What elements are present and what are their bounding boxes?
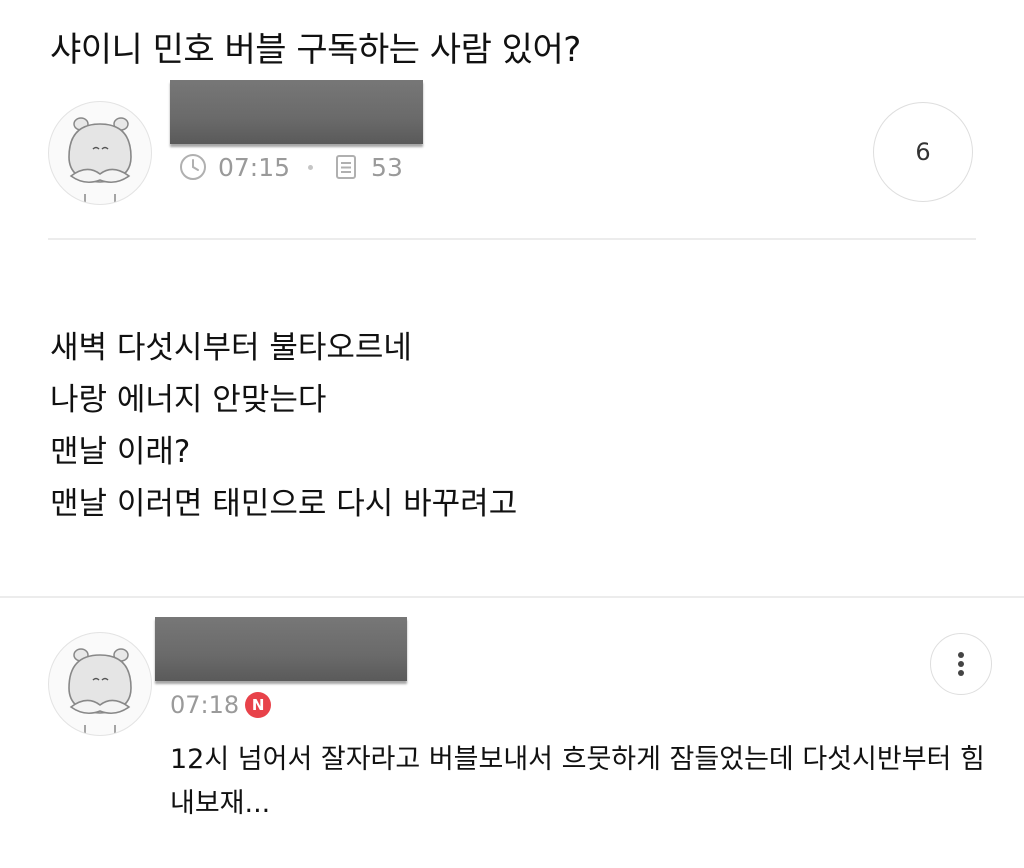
hamster-avatar-icon [68, 117, 132, 204]
post-body-line: 맨날 이래? [50, 434, 191, 470]
clock-icon [178, 152, 208, 182]
post-body-line: 새벽 다섯시부터 불타오르네 [50, 330, 412, 366]
comment-meta: 07:18 N [170, 691, 272, 719]
hamster-avatar-icon [68, 648, 132, 735]
document-icon [331, 152, 361, 182]
redacted-author-name [170, 80, 423, 144]
post-body: 새벽 다섯시부터 불타오르네 나랑 에너지 안맞는다 맨날 이래? 맨날 이러면… [50, 322, 517, 530]
post-title: 샤이니 민호 버블 구독하는 사람 있어? [50, 30, 581, 70]
post-body-line: 맨날 이러면 태민으로 다시 바꾸려고 [50, 486, 518, 522]
post-meta: 07:15 53 [178, 150, 403, 184]
more-options-button[interactable] [930, 633, 992, 695]
kebab-menu-icon [958, 652, 964, 676]
comment-count: 6 [915, 138, 931, 166]
redacted-commenter-name [155, 617, 407, 681]
view-count: 53 [371, 152, 403, 182]
post-time: 07:15 [218, 152, 291, 182]
new-badge: N [245, 692, 272, 718]
meta-separator [308, 164, 314, 170]
comment-divider [0, 596, 1024, 598]
post-body-line: 나랑 에너지 안맞는다 [50, 382, 327, 418]
comment-time: 07:18 [170, 691, 240, 719]
commenter-avatar[interactable] [48, 632, 152, 736]
author-avatar[interactable] [48, 101, 152, 205]
comment-text: 12시 넘어서 잘자라고 버블보내서 흐뭇하게 잠들었는데 다섯시반부터 힘내보… [170, 744, 985, 819]
comment-count-button[interactable]: 6 [873, 102, 973, 202]
header-divider [48, 238, 976, 240]
